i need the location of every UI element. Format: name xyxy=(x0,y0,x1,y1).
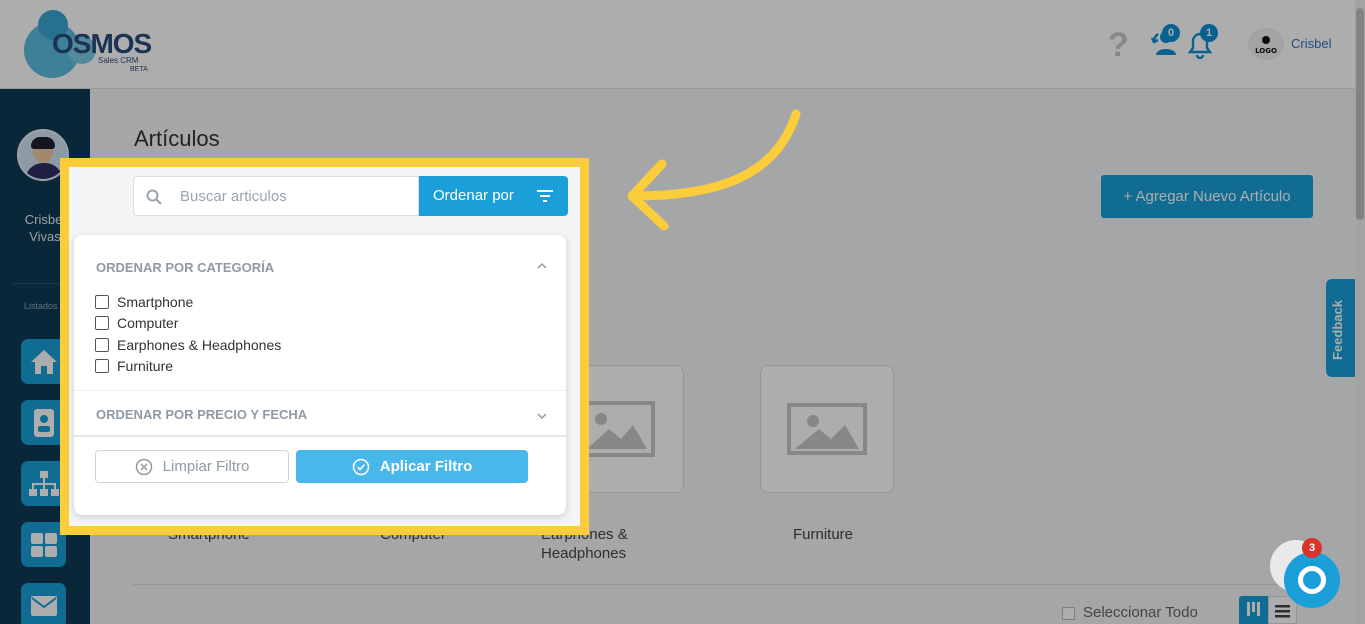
chat-widget[interactable]: 3 xyxy=(1270,538,1340,610)
clear-filter-label: Limpiar Filtro xyxy=(162,458,250,475)
option-label: Earphones & Headphones xyxy=(117,337,282,353)
curved-arrow-icon xyxy=(627,109,801,231)
section-title-price-date[interactable]: ORDENAR POR PRECIO Y FECHA xyxy=(96,407,307,422)
option-furniture[interactable]: Furniture xyxy=(95,358,173,374)
chat-button[interactable] xyxy=(1284,552,1340,608)
checkbox[interactable] xyxy=(95,316,109,330)
clear-filter-button[interactable]: Limpiar Filtro xyxy=(95,450,289,483)
order-by-button[interactable]: Ordenar por xyxy=(419,176,568,216)
chevron-down-icon xyxy=(537,413,547,420)
dropdown-section-shadow xyxy=(74,435,566,437)
chat-icon xyxy=(1298,566,1326,594)
clear-circle-icon xyxy=(135,458,152,475)
search-input[interactable] xyxy=(180,177,412,215)
filter-icon xyxy=(537,190,553,202)
search-icon xyxy=(146,189,162,205)
chevron-up-icon xyxy=(537,262,547,269)
option-label: Smartphone xyxy=(117,294,194,310)
dropdown-divider xyxy=(74,390,566,391)
chat-badge: 3 xyxy=(1302,538,1322,558)
option-smartphone[interactable]: Smartphone xyxy=(95,294,193,310)
order-by-label: Ordenar por xyxy=(433,187,514,204)
option-label: Furniture xyxy=(117,358,174,374)
checkbox[interactable] xyxy=(95,338,109,352)
option-earphones-headphones[interactable]: Earphones & Headphones xyxy=(95,337,281,353)
section-title-category[interactable]: ORDENAR POR CATEGORÍA xyxy=(96,260,274,275)
apply-filter-button[interactable]: Aplicar Filtro xyxy=(296,450,528,483)
option-computer[interactable]: Computer xyxy=(95,315,178,331)
order-dropdown-panel: ORDENAR POR CATEGORÍA Smartphone Compute… xyxy=(74,235,566,515)
checkbox[interactable] xyxy=(95,295,109,309)
check-circle-icon xyxy=(352,458,369,475)
search-box[interactable] xyxy=(133,176,419,216)
option-label: Computer xyxy=(117,315,179,331)
checkbox[interactable] xyxy=(95,359,109,373)
apply-filter-label: Aplicar Filtro xyxy=(379,458,473,475)
